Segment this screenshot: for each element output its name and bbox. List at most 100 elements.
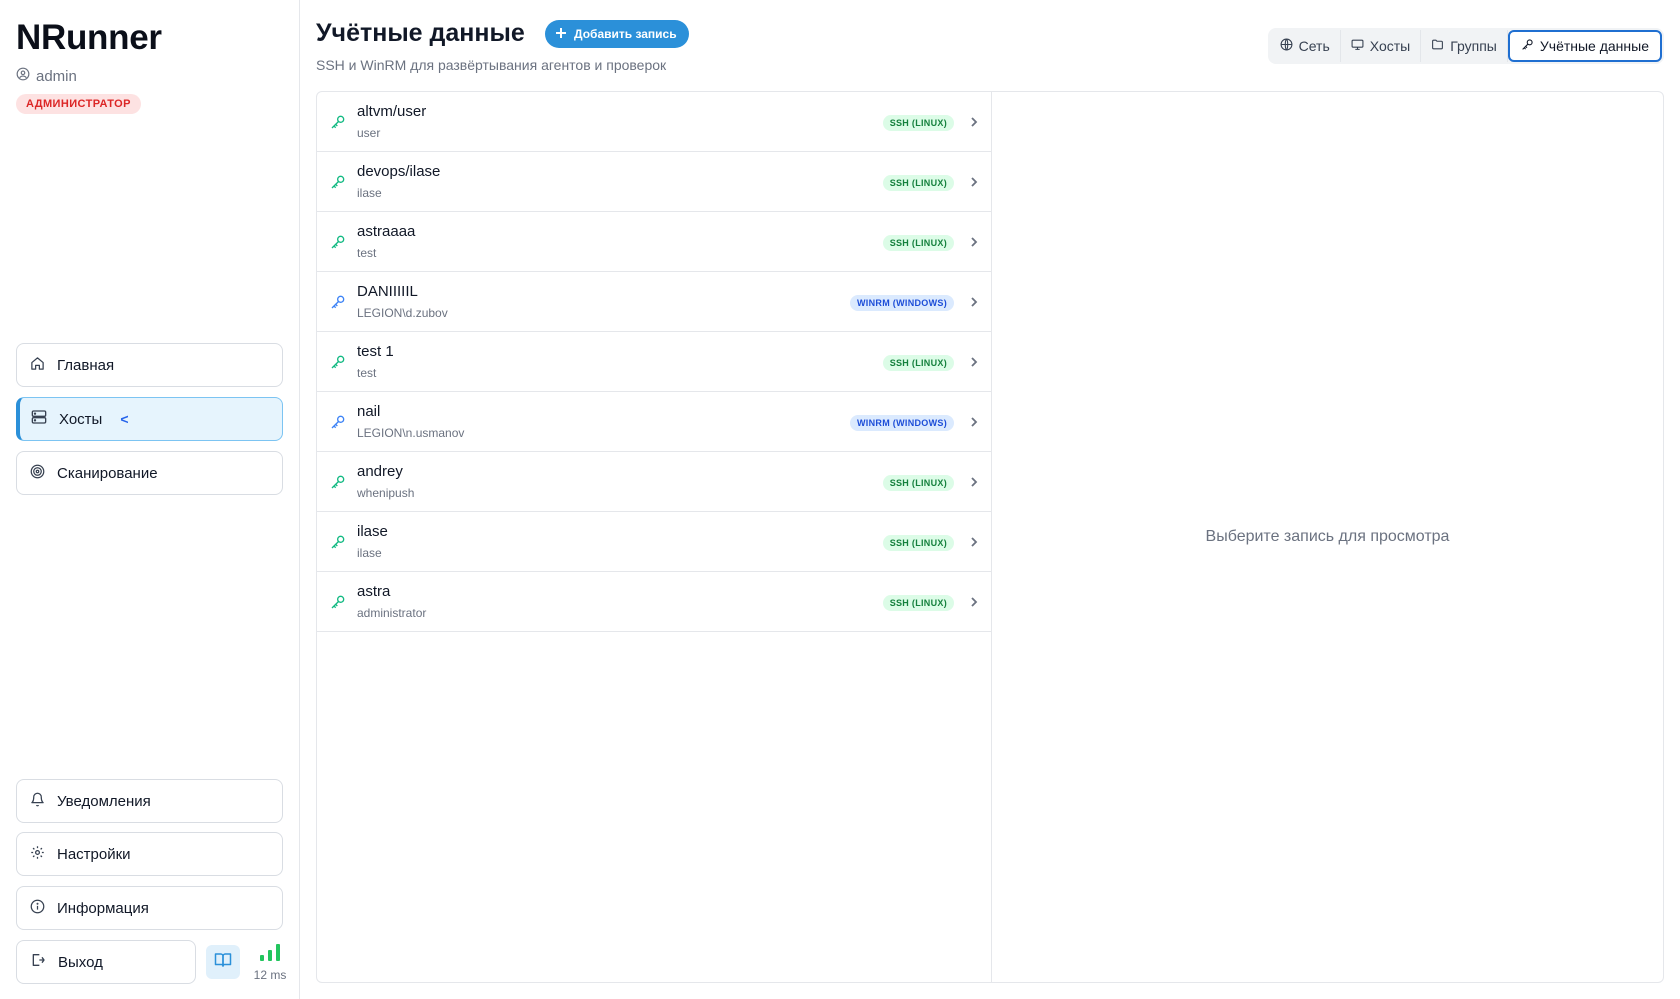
nav-notifications[interactable]: Уведомления xyxy=(16,779,283,823)
tab-hosts-label: Хосты xyxy=(1369,38,1411,54)
username: admin xyxy=(36,67,77,85)
credential-login: whenipush xyxy=(357,486,415,500)
credential-row[interactable]: astra administrator SSH (LINUX) xyxy=(317,572,991,632)
page-title: Учётные данные xyxy=(316,19,525,47)
chevron-right-icon xyxy=(969,295,979,313)
tab-network[interactable]: Сеть xyxy=(1270,30,1341,62)
add-record-button[interactable]: Добавить запись xyxy=(545,20,689,48)
tab-network-label: Сеть xyxy=(1298,38,1330,54)
empty-state-text: Выберите запись для просмотра xyxy=(1205,528,1450,545)
key-icon xyxy=(330,414,346,435)
globe-icon xyxy=(1280,38,1293,54)
docs-button[interactable] xyxy=(206,945,240,979)
nav-home[interactable]: Главная xyxy=(16,343,283,387)
tab-groups[interactable]: Группы xyxy=(1421,30,1508,62)
app-window: NRunner admin АДМИНИСТРАТОР Главная Хост… xyxy=(0,0,1680,999)
credentials-panel: altvm/user user SSH (LINUX) devops/ilase ila… xyxy=(316,91,1664,983)
monitor-icon xyxy=(1351,38,1364,54)
nav-home-label: Главная xyxy=(57,356,115,374)
add-record-label: Добавить запись xyxy=(574,27,677,41)
credential-row[interactable]: nail LEGION\n.usmanov WINRM (WINDOWS) xyxy=(317,392,991,452)
section-tabs: Сеть Хосты Группы Учётные данные xyxy=(1267,28,1664,64)
key-icon xyxy=(330,234,346,255)
server-icon xyxy=(31,409,47,429)
current-user: admin xyxy=(16,67,77,85)
bell-icon xyxy=(30,792,45,811)
sidebar: NRunner admin АДМИНИСТРАТОР Главная Хост… xyxy=(0,0,300,999)
chevron-right-icon xyxy=(969,235,979,253)
credential-name: andrey xyxy=(357,463,403,480)
main-content: Учётные данные Добавить запись SSH и Win… xyxy=(316,0,1664,999)
tab-hosts[interactable]: Хосты xyxy=(1341,30,1422,62)
info-icon xyxy=(30,899,45,918)
nav-hosts-label: Хосты xyxy=(59,410,103,428)
credential-name: test 1 xyxy=(357,343,394,360)
credentials-list: altvm/user user SSH (LINUX) devops/ilase ila… xyxy=(317,92,992,982)
credential-login: test xyxy=(357,366,377,380)
credential-row[interactable]: DANIIIIIL LEGION\d.zubov WINRM (WINDOWS) xyxy=(317,272,991,332)
key-icon xyxy=(330,474,346,495)
plus-icon xyxy=(555,27,567,42)
nav-settings[interactable]: Настройки xyxy=(16,832,283,876)
nav-info-label: Информация xyxy=(57,899,149,917)
tab-groups-label: Группы xyxy=(1450,38,1497,54)
active-marker: < xyxy=(120,411,129,427)
credential-type-badge: SSH (LINUX) xyxy=(882,235,954,251)
ping-indicator: 12 ms xyxy=(250,943,290,985)
logout-button[interactable]: Выход xyxy=(16,940,196,984)
credential-type-badge: WINRM (WINDOWS) xyxy=(850,295,954,311)
key-icon xyxy=(330,174,346,195)
nav-notifications-label: Уведомления xyxy=(57,792,151,810)
credential-name: DANIIIIIL xyxy=(357,283,418,300)
chevron-right-icon xyxy=(969,475,979,493)
credential-row[interactable]: ilase ilase SSH (LINUX) xyxy=(317,512,991,572)
ping-value: 12 ms xyxy=(253,968,287,982)
key-icon xyxy=(330,114,346,135)
credential-row[interactable]: test 1 test SSH (LINUX) xyxy=(317,332,991,392)
credential-login: ilase xyxy=(357,186,382,200)
nav-hosts[interactable]: Хосты < xyxy=(16,397,283,441)
key-icon xyxy=(1521,38,1534,54)
credential-name: astra xyxy=(357,583,391,600)
logout-icon xyxy=(30,952,46,972)
role-badge: АДМИНИСТРАТОР xyxy=(16,94,141,114)
logout-label: Выход xyxy=(58,953,103,971)
credential-type-badge: WINRM (WINDOWS) xyxy=(850,415,954,431)
credential-login: LEGION\n.usmanov xyxy=(357,426,465,440)
credential-name: ilase xyxy=(357,523,388,540)
credential-row[interactable]: devops/ilase ilase SSH (LINUX) xyxy=(317,152,991,212)
signal-icon xyxy=(259,943,281,966)
credential-row[interactable]: altvm/user user SSH (LINUX) xyxy=(317,92,991,152)
credential-type-badge: SSH (LINUX) xyxy=(882,115,954,131)
nav-scanning[interactable]: Сканирование xyxy=(16,451,283,495)
brand-logo: NRunner xyxy=(16,18,162,57)
credential-login: user xyxy=(357,126,381,140)
tab-credentials-label: Учётные данные xyxy=(1539,38,1649,54)
folder-icon xyxy=(1431,38,1444,54)
nav-info[interactable]: Информация xyxy=(16,886,283,930)
gear-icon xyxy=(30,845,45,864)
chevron-right-icon xyxy=(969,115,979,133)
page-subtitle: SSH и WinRM для развёртывания агентов и … xyxy=(316,57,667,73)
key-icon xyxy=(330,354,346,375)
nav-scanning-label: Сканирование xyxy=(57,464,158,482)
credential-type-badge: SSH (LINUX) xyxy=(882,475,954,491)
chevron-right-icon xyxy=(969,415,979,433)
credential-type-badge: SSH (LINUX) xyxy=(882,535,954,551)
chevron-right-icon xyxy=(969,355,979,373)
credential-login: LEGION\d.zubov xyxy=(357,306,448,320)
key-icon xyxy=(330,594,346,615)
chevron-right-icon xyxy=(969,595,979,613)
credential-name: astraaaa xyxy=(357,223,416,240)
user-circle-icon xyxy=(16,67,30,85)
chevron-right-icon xyxy=(969,175,979,193)
credential-name: nail xyxy=(357,403,381,420)
credential-type-badge: SSH (LINUX) xyxy=(882,355,954,371)
credential-login: ilase xyxy=(357,546,382,560)
credential-row[interactable]: andrey whenipush SSH (LINUX) xyxy=(317,452,991,512)
target-icon xyxy=(30,464,45,483)
chevron-right-icon xyxy=(969,535,979,553)
credential-row[interactable]: astraaaa test SSH (LINUX) xyxy=(317,212,991,272)
home-icon xyxy=(30,356,45,375)
tab-credentials[interactable]: Учётные данные xyxy=(1507,30,1662,62)
